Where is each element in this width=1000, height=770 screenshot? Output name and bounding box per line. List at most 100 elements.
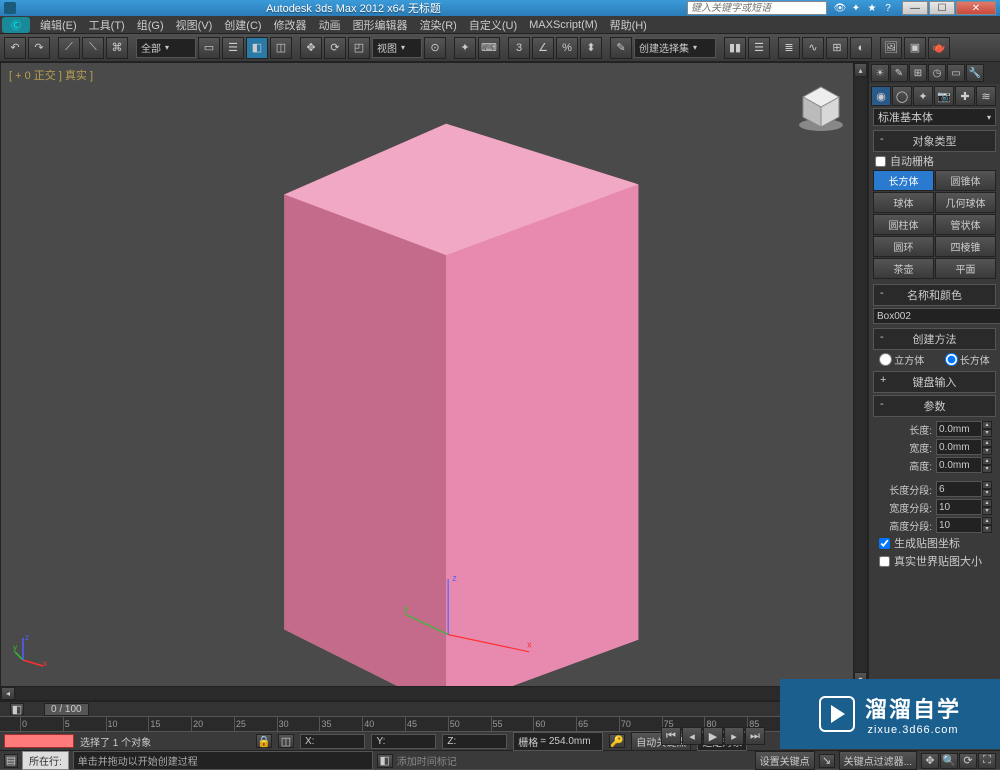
unlink-icon[interactable]: ⟍ [82, 37, 104, 59]
goto-end-icon[interactable]: ⏭ [745, 727, 765, 745]
snap-toggle-icon[interactable]: 3 [508, 37, 530, 59]
spinner-arrows[interactable]: ▴▾ [982, 439, 992, 455]
hierarchy-icon[interactable]: ⊞ [909, 64, 927, 82]
spinner-arrows[interactable]: ▴▾ [982, 517, 992, 533]
binoculars-icon[interactable]: 👁 [833, 1, 847, 15]
ref-coord-dropdown[interactable]: 视图 [372, 38, 422, 58]
box-object[interactable] [284, 124, 638, 701]
length-input[interactable] [936, 421, 982, 437]
menu-tools[interactable]: 工具(T) [83, 15, 131, 35]
prim-geosphere[interactable]: 几何球体 [935, 192, 996, 213]
viewport-scrollbar-v[interactable]: ▴ ▾ [853, 63, 867, 686]
select-name-icon[interactable]: ☰ [222, 37, 244, 59]
cameras-tab-icon[interactable]: 📷 [934, 86, 954, 106]
minimize-button[interactable]: — [902, 1, 928, 15]
box-radio[interactable]: 长方体 [945, 352, 990, 367]
prim-sphere[interactable]: 球体 [873, 192, 934, 213]
setkey-button[interactable]: 设置关键点 [755, 751, 815, 770]
scroll-track[interactable] [854, 77, 867, 672]
menu-edit[interactable]: 编辑(E) [34, 15, 83, 35]
sun-icon[interactable]: ☀ [871, 64, 889, 82]
motion-icon[interactable]: ◷ [928, 64, 946, 82]
app-logo-icon[interactable]: Ⓒ [2, 17, 30, 33]
shapes-tab-icon[interactable]: ◯ [892, 86, 912, 106]
spinner-arrows[interactable]: ▴▾ [982, 457, 992, 473]
prev-frame-icon[interactable]: ◂ [682, 727, 702, 745]
help-search-input[interactable] [687, 1, 827, 15]
percent-snap-icon[interactable]: % [556, 37, 578, 59]
spinner-arrows[interactable]: ▴▾ [982, 481, 992, 497]
selection-filter-dropdown[interactable]: 全部 [136, 38, 196, 58]
menu-customize[interactable]: 自定义(U) [463, 15, 523, 35]
wand-icon[interactable]: ✦ [849, 1, 863, 15]
help-icon[interactable]: ? [881, 1, 895, 15]
nav-orbit-icon[interactable]: ⟳ [959, 753, 977, 769]
prim-tube[interactable]: 管状体 [935, 214, 996, 235]
select-icon[interactable]: ▭ [198, 37, 220, 59]
bind-icon[interactable]: ⌘ [106, 37, 128, 59]
rollout-create-method[interactable]: 创建方法 [873, 328, 996, 350]
wseg-input[interactable] [936, 499, 982, 515]
realworld-checkbox[interactable] [879, 556, 890, 567]
spinner-arrows[interactable]: ▴▾ [982, 499, 992, 515]
category-dropdown[interactable]: 标准基本体 [873, 108, 996, 126]
goto-start-icon[interactable]: ⏮ [661, 727, 681, 745]
keymode-icon[interactable]: ↘ [819, 754, 835, 768]
prim-plane[interactable]: 平面 [935, 258, 996, 279]
region-select-icon[interactable]: ◧ [246, 37, 268, 59]
menu-group[interactable]: 组(G) [131, 15, 170, 35]
named-sel-dropdown[interactable]: 创建选择集 [634, 38, 716, 58]
maximize-button[interactable]: ☐ [929, 1, 955, 15]
prim-cylinder[interactable]: 圆柱体 [873, 214, 934, 235]
z-input[interactable] [458, 736, 502, 747]
display-icon[interactable]: ▭ [947, 64, 965, 82]
prim-pyramid[interactable]: 四棱锥 [935, 236, 996, 257]
layers-icon[interactable]: ≣ [778, 37, 800, 59]
add-time-tag[interactable]: 添加时间标记 [397, 753, 457, 768]
viewcube-icon[interactable] [795, 81, 847, 133]
scale-icon[interactable]: ◰ [348, 37, 370, 59]
prim-teapot[interactable]: 茶壶 [873, 258, 934, 279]
viewport[interactable]: [ + 0 正交 ] 真实 ] x y z [0, 62, 868, 701]
key-icon[interactable]: 🔑 [609, 734, 625, 748]
nav-pan-icon[interactable]: ✥ [921, 753, 939, 769]
undo-icon[interactable]: ↶ [4, 37, 26, 59]
nav-max-icon[interactable]: ⛶ [978, 753, 996, 769]
rotate-icon[interactable]: ⟳ [324, 37, 346, 59]
rollout-object-type[interactable]: 对象类型 [873, 130, 996, 152]
prim-cone[interactable]: 圆锥体 [935, 170, 996, 191]
menu-modifiers[interactable]: 修改器 [268, 15, 313, 35]
redo-icon[interactable]: ↷ [28, 37, 50, 59]
manipulate-icon[interactable]: ✦ [454, 37, 476, 59]
genmap-checkbox[interactable] [879, 538, 890, 549]
align-icon[interactable]: ☰ [748, 37, 770, 59]
menu-help[interactable]: 帮助(H) [604, 15, 653, 35]
menu-animation[interactable]: 动画 [313, 15, 347, 35]
pivot-icon[interactable]: ⊙ [424, 37, 446, 59]
menu-render[interactable]: 渲染(R) [414, 15, 463, 35]
play-icon[interactable]: ▶ [703, 727, 723, 745]
autogrid-checkbox[interactable] [875, 156, 886, 167]
width-input[interactable] [936, 439, 982, 455]
menu-views[interactable]: 视图(V) [170, 15, 219, 35]
render-icon[interactable]: 🫖 [928, 37, 950, 59]
render-setup-icon[interactable]: 🖼 [880, 37, 902, 59]
mini-listener-icon[interactable]: ▤ [4, 754, 18, 768]
keyboard-icon[interactable]: ⌨ [478, 37, 500, 59]
angle-snap-icon[interactable]: ∠ [532, 37, 554, 59]
material-editor-icon[interactable]: ◐ [850, 37, 872, 59]
geometry-tab-icon[interactable]: ◉ [871, 86, 891, 106]
window-crossing-icon[interactable]: ◫ [270, 37, 292, 59]
schematic-icon[interactable]: ⊞ [826, 37, 848, 59]
lock-icon[interactable]: 🔒 [256, 734, 272, 748]
cube-radio[interactable]: 立方体 [879, 352, 924, 367]
nav-zoom-icon[interactable]: 🔍 [940, 753, 958, 769]
spinner-arrows[interactable]: ▴▾ [982, 421, 992, 437]
utilities-icon[interactable]: 🔧 [966, 64, 984, 82]
script-listener[interactable] [4, 734, 74, 748]
prim-box[interactable]: 长方体 [873, 170, 934, 191]
scroll-up-icon[interactable]: ▴ [854, 63, 867, 77]
move-icon[interactable]: ✥ [300, 37, 322, 59]
next-frame-icon[interactable]: ▸ [724, 727, 744, 745]
lseg-input[interactable] [936, 481, 982, 497]
